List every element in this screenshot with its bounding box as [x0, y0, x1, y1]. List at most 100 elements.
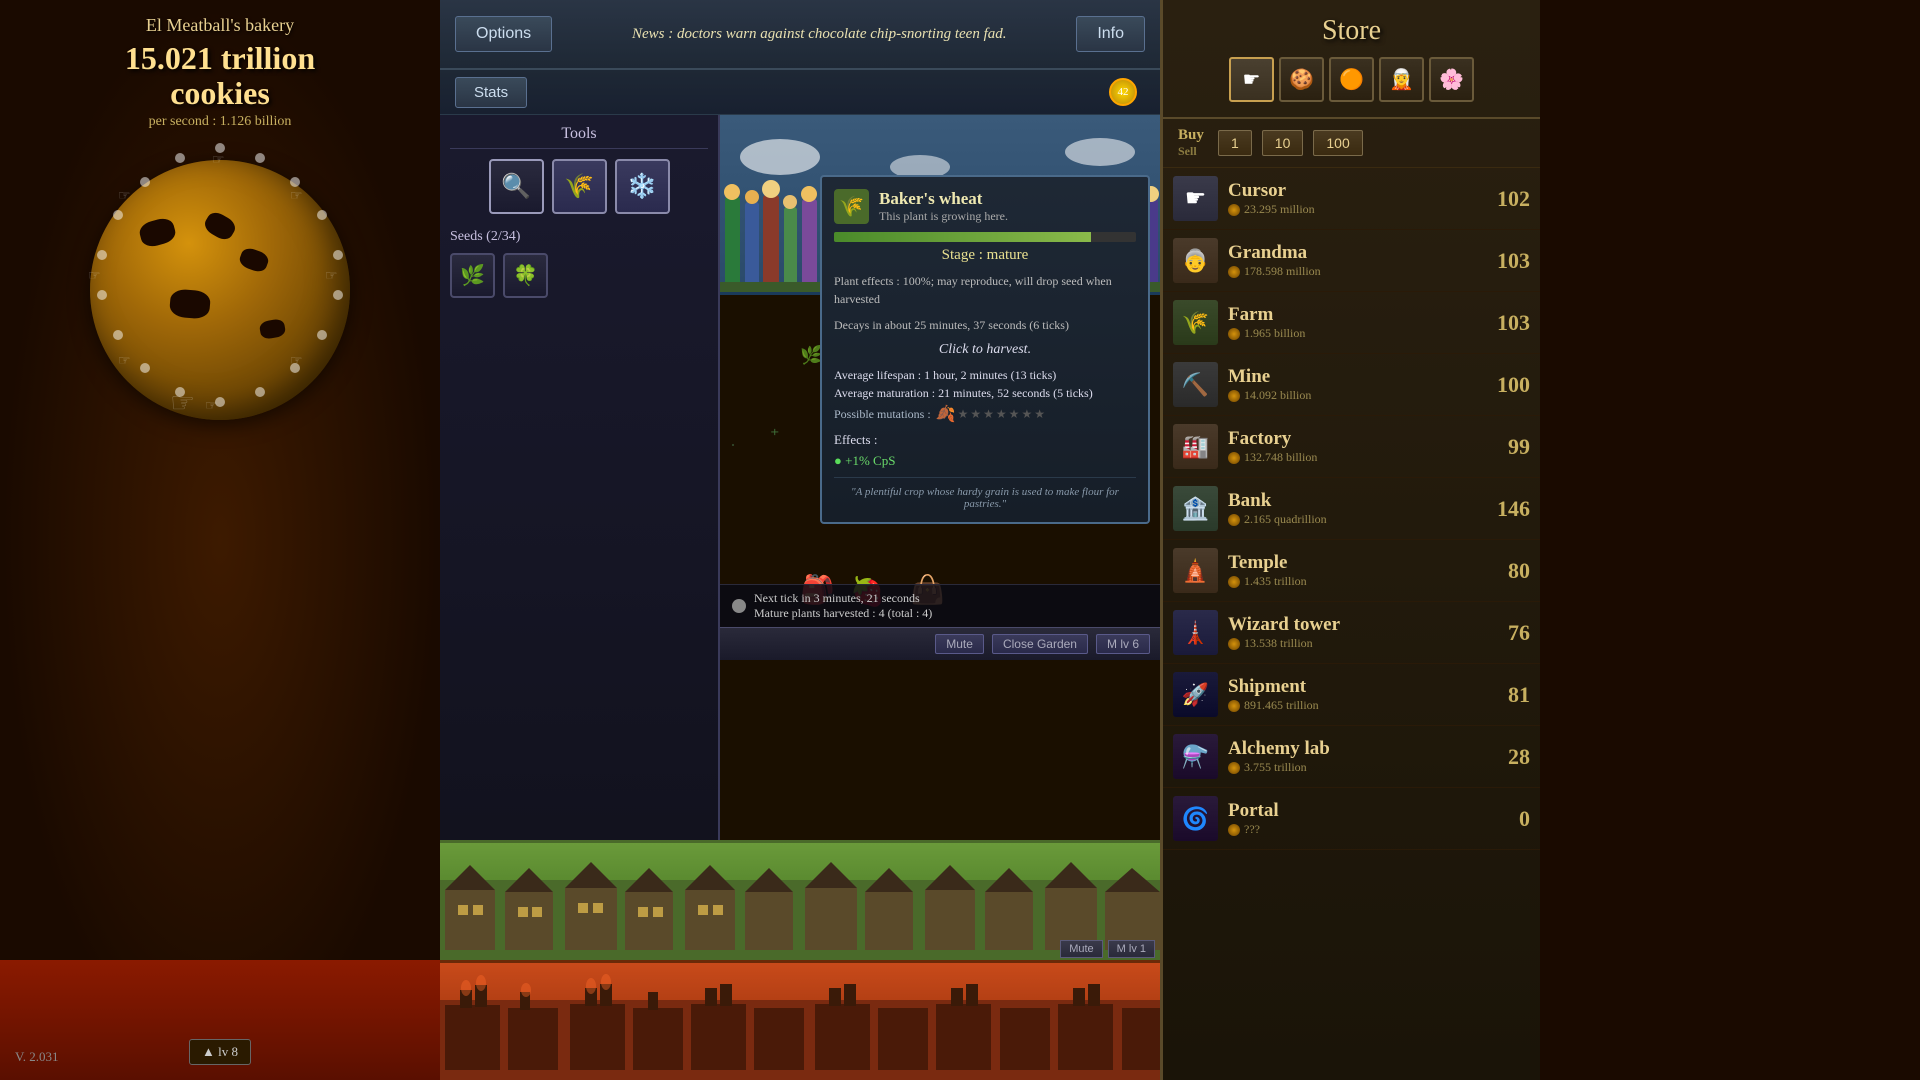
svg-text:☞: ☞: [88, 269, 101, 284]
tooltip-plant-icon: 🌾: [834, 189, 869, 224]
store-cursor-icon-btn[interactable]: ☛: [1229, 57, 1274, 102]
bottom-scene-2: [440, 960, 1160, 1080]
seed-slot-2[interactable]: 🍀: [503, 253, 548, 298]
wizard-tower-item-cost: 13.538 trillion: [1228, 636, 1490, 651]
store-item-shipment[interactable]: 🚀 Shipment 891.465 trillion 81: [1163, 664, 1540, 726]
svg-text:☞: ☞: [118, 354, 131, 369]
left-panel: El Meatball's bakery 15.021 trillion coo…: [0, 0, 440, 1080]
bakery-name: El Meatball's bakery: [146, 15, 294, 36]
temple-item-icon: 🛕: [1173, 548, 1218, 593]
qty-10-button[interactable]: 10: [1262, 130, 1304, 156]
mine-item-icon: ⛏️: [1173, 362, 1218, 407]
garden-status-bar: Next tick in 3 minutes, 21 seconds Matur…: [720, 584, 1160, 627]
temple-item-info: Temple 1.435 trillion: [1228, 552, 1490, 589]
store-item-grandma[interactable]: 👵 Grandma 178.598 million 103: [1163, 230, 1540, 292]
cursor-item-count: 102: [1490, 186, 1530, 212]
qty-1-button[interactable]: 1: [1218, 130, 1252, 156]
tooltip-effect-value: ● +1% CpS: [834, 453, 1136, 469]
middle-panel: Options News : doctors warn against choc…: [440, 0, 1160, 1080]
svg-text:☞: ☞: [290, 354, 303, 369]
mine-item-info: Mine 14.092 billion: [1228, 366, 1490, 403]
level-button[interactable]: M lv 6: [1096, 634, 1150, 654]
tooltip-decay-text: Decays in about 25 minutes, 37 seconds (…: [834, 316, 1136, 334]
qty-100-button[interactable]: 100: [1313, 130, 1362, 156]
portal-item-cost: ???: [1228, 822, 1490, 837]
blue-figure-icon: 🧝: [1389, 67, 1414, 92]
tools-panel: Tools 🔍 🌾 ❄️ Seeds (2/34) 🌿 🍀: [440, 115, 720, 840]
store-item-alchemy-lab[interactable]: ⚗️ Alchemy lab 3.755 trillion 28: [1163, 726, 1540, 788]
info-button[interactable]: Info: [1076, 16, 1145, 52]
svg-text:☞: ☞: [205, 399, 218, 414]
scene1-mute[interactable]: Mute: [1060, 940, 1102, 958]
version-label: V. 2.031: [15, 1049, 58, 1065]
cursor-item-cost: 23.295 million: [1228, 202, 1490, 217]
mine-item-count: 100: [1490, 372, 1530, 398]
store-achievement-icon-btn[interactable]: 🟠: [1329, 57, 1374, 102]
scene1-controls: Mute M lv 1: [1060, 940, 1155, 958]
bank-item-count: 146: [1490, 496, 1530, 522]
tools-row: 🔍 🌾 ❄️: [450, 159, 708, 214]
tooltip-harvest-action[interactable]: Click to harvest.: [834, 342, 1136, 358]
main-cookie[interactable]: ☞ ☞ ☞ ☞ ☞ ☞ ☞ ☞ ☞: [70, 140, 370, 440]
alchemy-lab-item-icon: ⚗️: [1173, 734, 1218, 779]
svg-text:☞: ☞: [212, 153, 225, 168]
status-indicator: [732, 599, 746, 613]
garden-container: Tools 🔍 🌾 ❄️ Seeds (2/34) 🌿 🍀: [440, 115, 1160, 840]
temple-item-name: Temple: [1228, 552, 1490, 574]
bottom-scenes: Mute M lv 1: [440, 840, 1160, 1080]
shipment-item-name: Shipment: [1228, 676, 1490, 698]
store-item-factory[interactable]: 🏭 Factory 132.748 billion 99: [1163, 416, 1540, 478]
store-item-portal[interactable]: 🌀 Portal ??? 0: [1163, 788, 1540, 850]
cursor-item-icon: ☛: [1173, 176, 1218, 221]
alchemy-lab-item-cost: 3.755 trillion: [1228, 760, 1490, 775]
stats-button[interactable]: Stats: [455, 77, 527, 108]
bottom-scene-1: Mute M lv 1: [440, 840, 1160, 960]
wizard-tower-item-name: Wizard tower: [1228, 614, 1490, 636]
tool-freeze[interactable]: ❄️: [615, 159, 670, 214]
store-item-mine[interactable]: ⛏️ Mine 14.092 billion 100: [1163, 354, 1540, 416]
store-stats-icon-btn[interactable]: 🧝: [1379, 57, 1424, 102]
buy-label: Buy Sell: [1178, 127, 1208, 159]
per-second-label: per second : 1.126 billion: [149, 114, 292, 130]
wizard-tower-item-icon: 🗼: [1173, 610, 1218, 655]
seed-slot-1[interactable]: 🌿: [450, 253, 495, 298]
close-garden-button[interactable]: Close Garden: [992, 634, 1088, 654]
mut-star-5: ★: [1009, 407, 1020, 422]
store-special-icon-btn[interactable]: 🌸: [1429, 57, 1474, 102]
cursor-item-name: Cursor: [1228, 180, 1490, 202]
tooltip-effects-label: Effects :: [834, 432, 1136, 448]
store-item-wizard-tower[interactable]: 🗼 Wizard tower 13.538 trillion 76: [1163, 602, 1540, 664]
grandma-item-name: Grandma: [1228, 242, 1490, 264]
mute-button[interactable]: Mute: [935, 634, 984, 654]
tool-wheat[interactable]: 🌾: [552, 159, 607, 214]
store-item-farm[interactable]: 🌾 Farm 1.965 billion 103: [1163, 292, 1540, 354]
store-item-temple[interactable]: 🛕 Temple 1.435 trillion 80: [1163, 540, 1540, 602]
store-item-cursor[interactable]: ☛ Cursor 23.295 million 102: [1163, 168, 1540, 230]
level-icon: ▲: [202, 1044, 215, 1059]
factory-item-info: Factory 132.748 billion: [1228, 428, 1490, 465]
tooltip-effects-text: Plant effects : 100%; may reproduce, wil…: [834, 272, 1136, 308]
store-upgrade-icon-btn[interactable]: 🍪: [1279, 57, 1324, 102]
plant-tooltip: 🌾 Baker's wheat This plant is growing he…: [820, 175, 1150, 524]
alchemy-lab-item-info: Alchemy lab 3.755 trillion: [1228, 738, 1490, 775]
news-ticker: News : doctors warn against chocolate ch…: [562, 26, 1076, 43]
farm-item-icon: 🌾: [1173, 300, 1218, 345]
golden-cookie[interactable]: 42: [1109, 78, 1137, 106]
tooltip-maturation: Average maturation : 21 minutes, 52 seco…: [834, 386, 1136, 401]
bank-item-icon: 🏦: [1173, 486, 1218, 531]
tooltip-progress-bar-container: [834, 232, 1136, 242]
store-item-bank[interactable]: 🏦 Bank 2.165 quadrillion 146: [1163, 478, 1540, 540]
plant-5[interactable]: ⁺: [770, 425, 780, 446]
farm-item-count: 103: [1490, 310, 1530, 336]
tool-magnifier[interactable]: 🔍: [489, 159, 544, 214]
cookie-icon: 🍪: [1289, 67, 1314, 92]
cursor-icon: ☛: [1243, 67, 1261, 92]
tooltip-header: 🌾 Baker's wheat This plant is growing he…: [834, 189, 1136, 224]
status-text: Next tick in 3 minutes, 21 seconds Matur…: [754, 591, 932, 621]
options-button[interactable]: Options: [455, 16, 552, 52]
mine-item-cost: 14.092 billion: [1228, 388, 1490, 403]
scene1-level[interactable]: M lv 1: [1108, 940, 1155, 958]
plant-dot-1[interactable]: ·: [730, 435, 736, 456]
portal-item-icon: 🌀: [1173, 796, 1218, 841]
bank-item-info: Bank 2.165 quadrillion: [1228, 490, 1490, 527]
